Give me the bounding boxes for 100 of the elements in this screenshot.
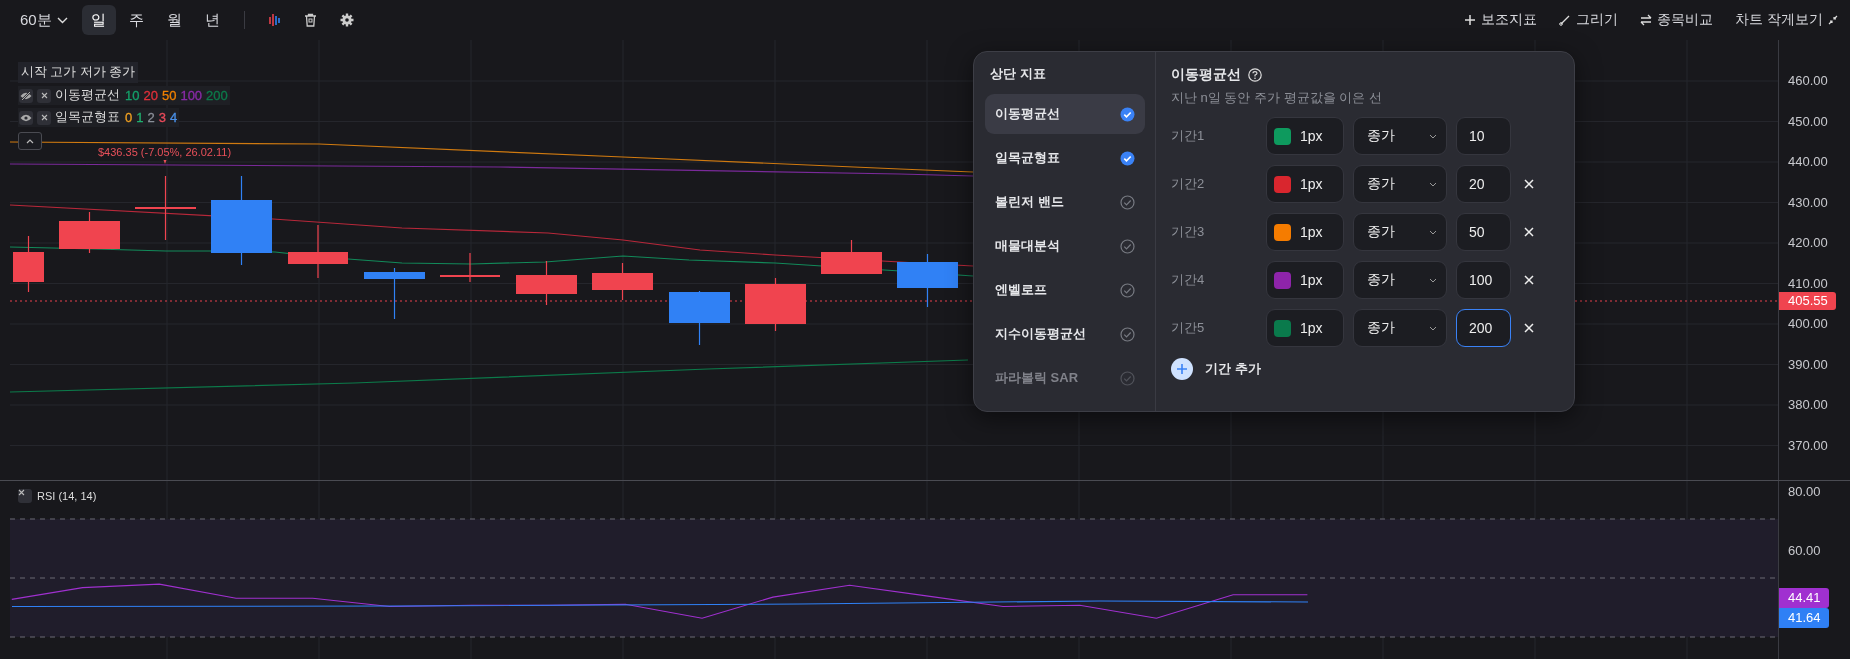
plus-icon (1464, 14, 1477, 26)
price-axis-label: 400.00 (1787, 315, 1829, 333)
close-icon (1524, 227, 1534, 237)
period-tab[interactable]: 년 (195, 5, 230, 35)
indicator-name: 일목균형표 (55, 109, 120, 126)
indicator-item[interactable]: 엔벨로프 (985, 270, 1145, 310)
period-input[interactable]: 20 (1456, 165, 1511, 203)
help-icon[interactable] (1248, 68, 1262, 82)
indicator-value: 2 (147, 110, 155, 125)
toolbar-action[interactable]: 차트 작게보기 (1735, 11, 1838, 29)
toolbar-action[interactable]: 보조지표 (1464, 11, 1538, 29)
remove-button[interactable] (1522, 225, 1536, 239)
candlestick (440, 252, 500, 283)
line-style-button[interactable]: 1px (1266, 261, 1344, 299)
indicator-value: 100 (180, 88, 203, 103)
period-label: 기간3 (1171, 223, 1206, 241)
rsi-value-label: 44.41 (1779, 588, 1829, 608)
line-style-button[interactable]: 1px (1266, 117, 1344, 155)
add-period-button[interactable]: 기간 추가 (1171, 358, 1574, 380)
period-input[interactable]: 100 (1456, 261, 1511, 299)
remove-button[interactable] (1522, 321, 1536, 335)
indicator-item[interactable]: 이동평균선 (985, 94, 1145, 134)
source-dropdown[interactable]: 종가 (1353, 261, 1447, 299)
chevron-down-icon (1429, 133, 1437, 139)
candlestick (288, 224, 348, 279)
price-axis-label: 380.00 (1787, 396, 1829, 414)
indicator-item[interactable]: 일목균형표 (985, 138, 1145, 178)
period-tab[interactable]: 주 (119, 5, 154, 35)
period-label: 기간5 (1171, 319, 1206, 337)
candlestick (669, 290, 730, 346)
candlestick (821, 239, 882, 275)
chevron-down-icon (1429, 229, 1437, 235)
price-annotation: $436.35 (-7.05%, 26.02.11) (98, 146, 232, 158)
source-dropdown[interactable]: 종가 (1353, 213, 1447, 251)
price-axis-label: 410.00 (1787, 274, 1829, 293)
close-icon[interactable] (18, 489, 32, 503)
period-label: 기간2 (1171, 175, 1206, 193)
price-axis-label: 370.00 (1787, 436, 1829, 455)
indicator-value: 0 (125, 110, 133, 125)
close-icon[interactable] (37, 110, 51, 125)
indicator-value: 50 (161, 88, 177, 103)
rsi-axis-label: 80.00 (1787, 483, 1822, 501)
line-style-button[interactable]: 1px (1266, 309, 1344, 347)
interval-dropdown[interactable]: 60분 (20, 10, 68, 30)
chevron-down-icon (1429, 181, 1437, 187)
period-input[interactable]: 50 (1456, 213, 1511, 251)
eye-icon[interactable] (19, 110, 33, 125)
candlestick (13, 235, 44, 293)
ohlc-label: 시작 고가 저가 종가 (18, 62, 139, 83)
rsi-value-label: 41.64 (1779, 608, 1829, 628)
indicator-value: 4 (169, 110, 178, 125)
indicator-value: 10 (125, 88, 140, 103)
price-axis-label: 430.00 (1787, 193, 1829, 212)
trash-icon (304, 13, 318, 27)
candlestick (516, 260, 577, 306)
price-axis-label: 440.00 (1787, 153, 1829, 171)
period-tab[interactable]: 일 (81, 5, 116, 35)
indicator-value: 1 (136, 110, 144, 125)
toolbar-action[interactable]: 그리기 (1559, 11, 1619, 29)
sidebar-title: 상단 지표 (990, 65, 1047, 83)
plus-icon (1176, 363, 1188, 375)
last-price-label: 405.55 (1779, 292, 1836, 310)
toolbar-action[interactable]: 종목비교 (1640, 11, 1714, 29)
line-style-button[interactable]: 1px (1266, 165, 1344, 203)
indicator-item[interactable]: 지수이동평균선 (985, 314, 1145, 354)
source-dropdown[interactable]: 종가 (1353, 309, 1447, 347)
candlestick (897, 253, 958, 308)
indicator-name: 이동평균선 (55, 87, 120, 104)
close-icon (1524, 179, 1534, 189)
period-tab[interactable]: 월 (157, 5, 192, 35)
settings-icon (339, 13, 354, 27)
line-style-button[interactable]: 1px (1266, 213, 1344, 251)
eye-off-icon[interactable] (19, 88, 33, 103)
period-input[interactable]: 10 (1456, 117, 1511, 155)
candlestick (135, 175, 196, 241)
close-icon[interactable] (37, 88, 51, 103)
indicator-value: 3 (158, 110, 166, 125)
dialog-description: 지난 n일 동안 주가 평균값을 이은 선 (1171, 89, 1383, 107)
price-axis-label: 420.00 (1787, 234, 1829, 252)
period-label: 기간4 (1171, 271, 1206, 289)
swap-icon (1640, 14, 1653, 26)
indicator-item[interactable]: 매물대분석 (985, 226, 1145, 266)
dialog-title: 이동평균선 (1171, 66, 1241, 84)
price-axis-label: 390.00 (1787, 355, 1829, 374)
source-dropdown[interactable]: 종가 (1353, 165, 1447, 203)
chevron-down-icon (1429, 325, 1437, 331)
remove-button[interactable] (1522, 273, 1536, 287)
rsi-axis-label: 60.00 (1787, 542, 1822, 560)
remove-button[interactable] (1522, 177, 1536, 191)
source-dropdown[interactable]: 종가 (1353, 117, 1447, 155)
candlestick (364, 267, 425, 320)
shrink-icon (1828, 15, 1838, 25)
close-icon (1524, 323, 1534, 333)
indicator-item[interactable]: 볼린저 밴드 (985, 182, 1145, 222)
period-input[interactable]: 200 (1456, 309, 1511, 347)
period-label: 기간1 (1171, 127, 1206, 145)
indicator-value: 20 (143, 88, 158, 103)
pen-icon (1559, 14, 1572, 26)
indicator-value: 200 (206, 88, 228, 103)
collapse-button[interactable] (18, 132, 42, 150)
